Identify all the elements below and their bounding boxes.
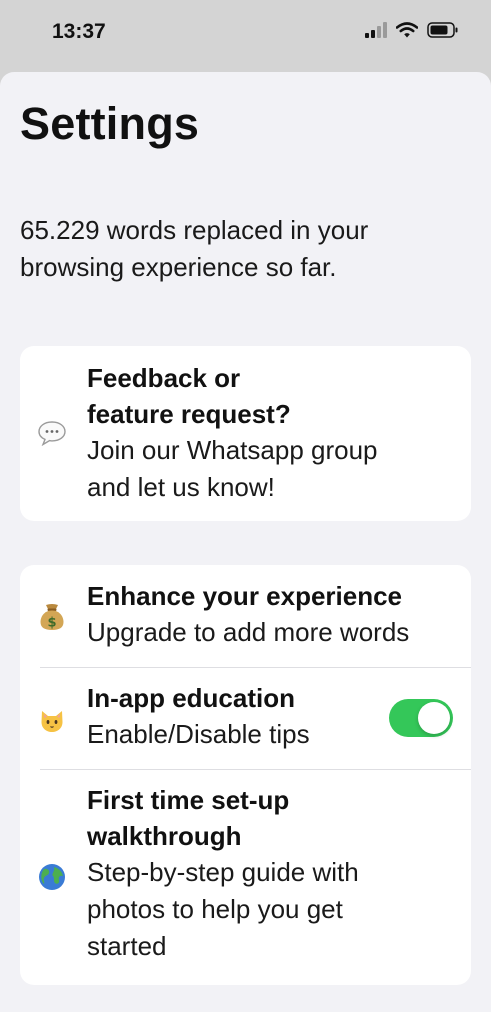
battery-icon (427, 21, 459, 43)
feedback-subtitle-line2: and let us know! (87, 472, 275, 502)
page-title: Settings (20, 98, 200, 149)
walkthrough-subtitle-line2: photos to help you get (87, 894, 343, 924)
feedback-subtitle-line1: Join our Whatsapp group (87, 435, 378, 465)
status-bar: 13:37 (0, 0, 491, 72)
row-divider (40, 667, 471, 668)
settings-sheet: Settings 65.229 words replaced in your b… (0, 72, 491, 1012)
walkthrough-text: First time set-up walkthrough Step-by-st… (87, 782, 397, 965)
globe-icon (38, 863, 66, 891)
settings-list-card: $ Enhance your experience Upgrade to add… (20, 565, 471, 985)
money-bag-icon: $ (38, 603, 66, 631)
feedback-card[interactable]: Feedback or feature request? Join our Wh… (20, 346, 471, 521)
walkthrough-subtitle-line1: Step-by-step guide with (87, 857, 359, 887)
education-tips-toggle[interactable] (389, 699, 453, 737)
enhance-text: Enhance your experience Upgrade to add m… (87, 578, 457, 651)
education-subtitle: Enable/Disable tips (87, 719, 310, 749)
feedback-title-line1: Feedback or (87, 363, 241, 393)
speech-bubble-icon (38, 419, 66, 447)
feedback-title-line2: feature request? (87, 399, 291, 429)
feedback-text: Feedback or feature request? Join our Wh… (87, 360, 397, 506)
education-text: In-app education Enable/Disable tips (87, 680, 397, 753)
walkthrough-title-line1: First time set-up (87, 785, 290, 815)
words-replaced-summary: 65.229 words replaced in your browsing e… (20, 215, 369, 282)
walkthrough-subtitle-line3: started (87, 931, 167, 961)
cat-face-icon (38, 706, 66, 734)
toggle-knob (418, 702, 450, 734)
row-divider (40, 769, 471, 770)
cellular-signal-icon (365, 21, 387, 43)
svg-text:$: $ (47, 616, 56, 631)
walkthrough-title-line2: walkthrough (87, 821, 242, 851)
enhance-title: Enhance your experience (87, 581, 403, 611)
enhance-subtitle: Upgrade to add more words (87, 617, 410, 647)
wifi-icon (395, 21, 419, 43)
status-time: 13:37 (52, 20, 106, 43)
system-icons (365, 21, 459, 43)
education-title: In-app education (87, 683, 295, 713)
